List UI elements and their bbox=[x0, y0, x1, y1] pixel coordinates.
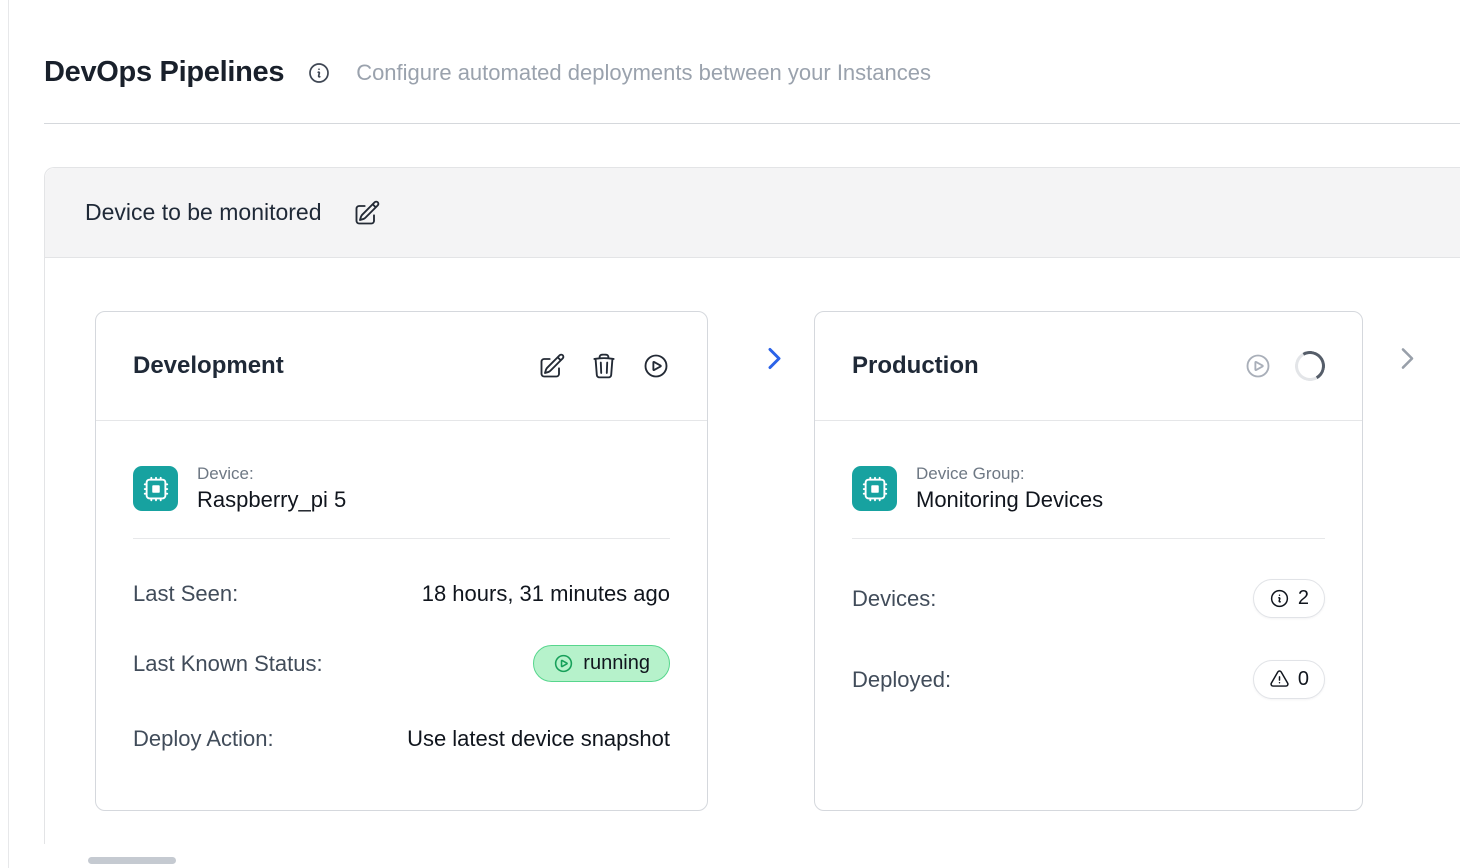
card-divider bbox=[133, 538, 670, 539]
card-divider bbox=[852, 538, 1325, 539]
production-stage-body: Device Group: Monitoring Devices Devices… bbox=[815, 421, 1362, 699]
run-stage-icon-disabled[interactable] bbox=[1244, 352, 1272, 380]
devices-row: Devices: 2 bbox=[852, 579, 1325, 618]
devices-count: 2 bbox=[1298, 587, 1309, 610]
deployed-label: Deployed: bbox=[852, 667, 951, 693]
stages-row: Development bbox=[95, 311, 1460, 811]
deploy-action-label: Deploy Action: bbox=[133, 726, 274, 752]
development-stage-header: Development bbox=[96, 312, 707, 421]
development-stage-body: Device: Raspberry_pi 5 Last Seen: 18 hou… bbox=[96, 421, 707, 752]
device-text: Device: Raspberry_pi 5 bbox=[197, 464, 346, 513]
production-stage-header: Production bbox=[815, 312, 1362, 421]
device-group-label: Device Group: bbox=[916, 464, 1103, 484]
devices-label: Devices: bbox=[852, 586, 936, 612]
deploy-action-value: Use latest device snapshot bbox=[407, 726, 670, 752]
pipeline-panel: Device to be monitored Development bbox=[44, 167, 1460, 844]
scroll-right-icon[interactable] bbox=[1393, 344, 1422, 373]
pipeline-body: Development bbox=[45, 258, 1460, 844]
edit-pipeline-icon[interactable] bbox=[353, 199, 381, 227]
page-title: DevOps Pipelines bbox=[44, 56, 284, 89]
pipeline-arrow-icon bbox=[760, 344, 789, 373]
edit-stage-icon[interactable] bbox=[538, 352, 566, 380]
device-chip-icon bbox=[133, 466, 178, 511]
page-subtitle: Configure automated deployments between … bbox=[356, 60, 931, 86]
info-icon[interactable] bbox=[307, 61, 331, 85]
status-text: running bbox=[583, 652, 650, 675]
running-play-icon bbox=[553, 653, 574, 674]
device-row: Device: Raspberry_pi 5 bbox=[133, 464, 670, 513]
left-border bbox=[8, 0, 9, 868]
page-header: DevOps Pipelines Configure automated dep… bbox=[0, 0, 1460, 89]
deployed-count: 0 bbox=[1298, 668, 1309, 691]
device-label: Device: bbox=[197, 464, 346, 484]
device-group-name: Monitoring Devices bbox=[916, 487, 1103, 513]
info-circle-icon bbox=[1269, 588, 1290, 609]
warning-triangle-icon bbox=[1269, 669, 1290, 690]
deployed-count-badge[interactable]: 0 bbox=[1253, 660, 1325, 699]
last-known-status-row: Last Known Status: running bbox=[133, 645, 670, 682]
device-name: Raspberry_pi 5 bbox=[197, 487, 346, 513]
loading-spinner bbox=[1292, 348, 1329, 385]
delete-stage-icon[interactable] bbox=[590, 352, 618, 380]
last-seen-value: 18 hours, 31 minutes ago bbox=[422, 581, 670, 607]
pipeline-panel-header: Device to be monitored bbox=[45, 168, 1460, 258]
production-stage-title: Production bbox=[852, 352, 979, 380]
device-group-chip-icon bbox=[852, 466, 897, 511]
last-known-status-label: Last Known Status: bbox=[133, 651, 323, 677]
last-seen-row: Last Seen: 18 hours, 31 minutes ago bbox=[133, 581, 670, 607]
pipeline-title: Device to be monitored bbox=[85, 199, 322, 226]
horizontal-scrollbar[interactable] bbox=[88, 857, 176, 864]
deploy-action-row: Deploy Action: Use latest device snapsho… bbox=[133, 726, 670, 752]
last-seen-label: Last Seen: bbox=[133, 581, 238, 607]
development-stage-title: Development bbox=[133, 352, 284, 380]
deployed-row: Deployed: 0 bbox=[852, 660, 1325, 699]
development-stage-card: Development bbox=[95, 311, 708, 811]
devices-count-badge[interactable]: 2 bbox=[1253, 579, 1325, 618]
production-stage-card: Production bbox=[814, 311, 1363, 811]
production-stage-actions bbox=[1244, 351, 1325, 381]
status-badge: running bbox=[533, 645, 670, 682]
development-stage-actions bbox=[538, 352, 670, 380]
run-stage-icon[interactable] bbox=[642, 352, 670, 380]
device-group-row: Device Group: Monitoring Devices bbox=[852, 464, 1325, 513]
header-divider bbox=[44, 123, 1460, 124]
device-group-text: Device Group: Monitoring Devices bbox=[916, 464, 1103, 513]
